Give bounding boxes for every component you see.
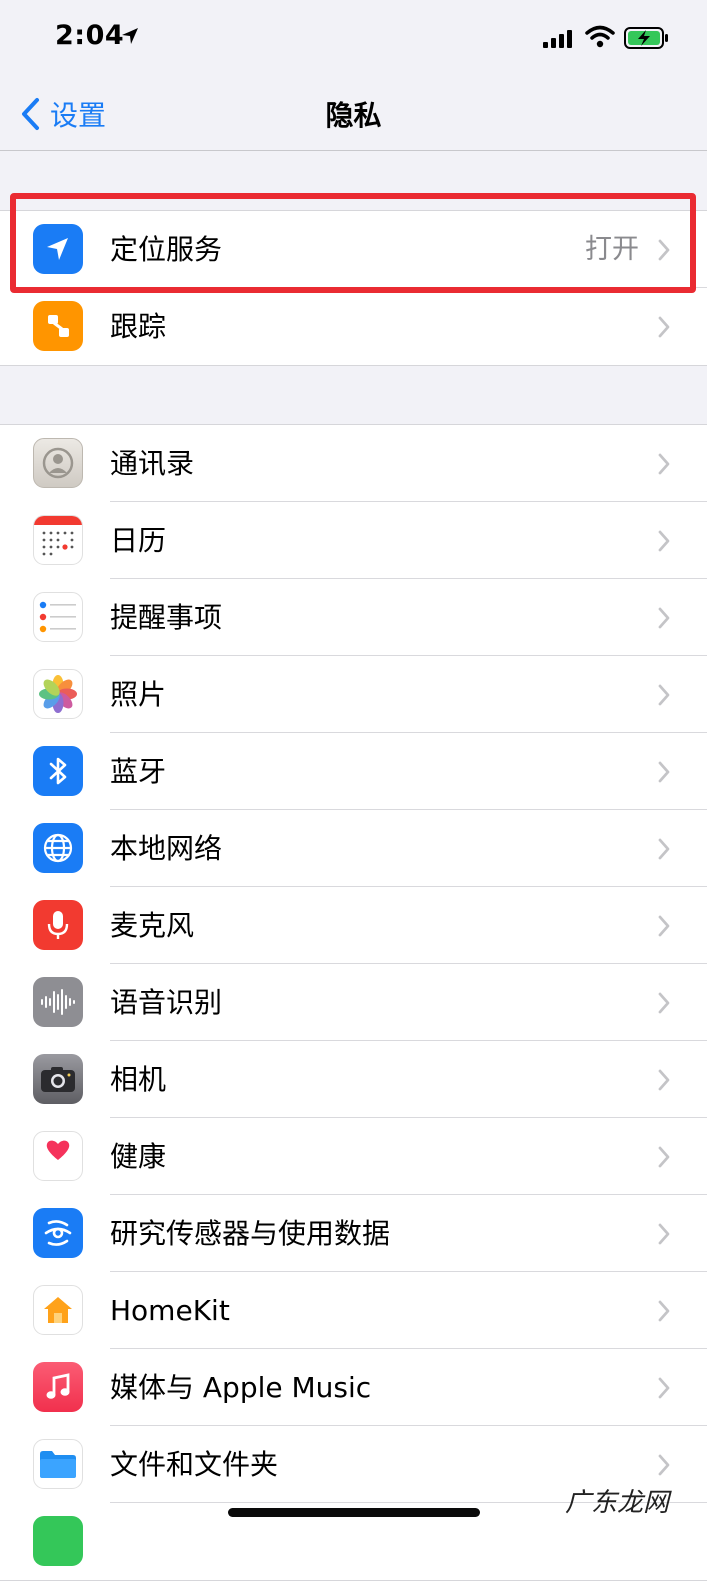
chevron-right-icon [658, 1146, 670, 1168]
photos-icon [33, 669, 83, 719]
back-button-label: 设置 [50, 99, 107, 132]
home-indicator[interactable] [228, 1508, 480, 1517]
local-network-label: 本地网络 [110, 832, 223, 865]
page-title: 隐私 [325, 99, 382, 132]
chevron-right-icon [658, 1223, 670, 1245]
homekit-row[interactable]: HomeKit [0, 1272, 707, 1349]
contacts-row[interactable]: 通讯录 [0, 425, 707, 502]
health-row[interactable]: 健康 [0, 1118, 707, 1195]
wifi-icon [585, 25, 615, 48]
bluetooth-row[interactable]: 蓝牙 [0, 733, 707, 810]
microphone-row[interactable]: 麦克风 [0, 887, 707, 964]
highlight-box [10, 193, 696, 293]
bluetooth-label: 蓝牙 [110, 755, 167, 788]
local-network-row[interactable]: 本地网络 [0, 810, 707, 887]
camera-icon [33, 1054, 83, 1104]
fitness-icon [33, 1516, 83, 1566]
photos-row[interactable]: 照片 [0, 656, 707, 733]
camera-row[interactable]: 相机 [0, 1041, 707, 1118]
chevron-right-icon [658, 761, 670, 783]
calendar-row[interactable]: 日历 [0, 502, 707, 579]
microphone-icon [33, 900, 83, 950]
chevron-right-icon [658, 1377, 670, 1399]
media-apple-music-label: 媒体与 Apple Music [110, 1371, 372, 1404]
status-time: 2:04 [55, 20, 125, 51]
chevron-right-icon [658, 316, 670, 338]
health-label: 健康 [110, 1140, 167, 1173]
waveform-icon [33, 977, 83, 1027]
home-icon [33, 1285, 83, 1335]
battery-charging-icon [624, 27, 668, 49]
tracking-icon [33, 301, 83, 351]
contacts-icon [33, 438, 83, 488]
speech-recognition-label: 语音识别 [110, 986, 223, 1019]
status-bar: 2:04 [0, 0, 707, 76]
calendar-label: 日历 [110, 524, 167, 557]
chevron-right-icon [658, 915, 670, 937]
research-sensor-label: 研究传感器与使用数据 [110, 1217, 391, 1250]
camera-label: 相机 [110, 1063, 167, 1096]
chevron-right-icon [658, 1069, 670, 1091]
research-icon [33, 1208, 83, 1258]
tracking-row[interactable]: 跟踪 [0, 288, 707, 365]
chevron-left-icon [22, 98, 39, 130]
folder-icon [33, 1439, 83, 1489]
reminders-label: 提醒事项 [110, 601, 223, 634]
location-status-icon [122, 28, 138, 44]
cellular-signal-icon [543, 30, 572, 48]
chevron-right-icon [658, 1454, 670, 1476]
files-folders-label: 文件和文件夹 [110, 1448, 279, 1481]
photos-label: 照片 [110, 678, 167, 711]
homekit-label: HomeKit [110, 1294, 230, 1327]
research-sensor-row[interactable]: 研究传感器与使用数据 [0, 1195, 707, 1272]
reminders-row[interactable]: 提醒事项 [0, 579, 707, 656]
chevron-right-icon [658, 530, 670, 552]
bluetooth-icon [33, 746, 83, 796]
chevron-right-icon [658, 607, 670, 629]
calendar-icon [33, 515, 83, 565]
media-apple-music-row[interactable]: 媒体与 Apple Music [0, 1349, 707, 1426]
settings-group-permissions: 通讯录 日历 提醒事项 照片 蓝牙 本地网络 麦克风 语音识别 相机 健康 研究… [0, 424, 707, 1581]
globe-icon [33, 823, 83, 873]
heart-icon [33, 1131, 83, 1181]
chevron-right-icon [658, 684, 670, 706]
music-note-icon [33, 1362, 83, 1412]
microphone-label: 麦克风 [110, 909, 195, 942]
back-button[interactable]: 设置 [20, 94, 106, 134]
contacts-label: 通讯录 [110, 447, 195, 480]
chevron-right-icon [658, 992, 670, 1014]
speech-recognition-row[interactable]: 语音识别 [0, 964, 707, 1041]
chevron-right-icon [658, 453, 670, 475]
navigation-bar: 设置 隐私 [0, 76, 707, 151]
reminders-icon [33, 592, 83, 642]
chevron-right-icon [658, 838, 670, 860]
tracking-label: 跟踪 [110, 310, 167, 343]
watermark: 广东龙网 [564, 1488, 669, 1518]
chevron-right-icon [658, 1300, 670, 1322]
